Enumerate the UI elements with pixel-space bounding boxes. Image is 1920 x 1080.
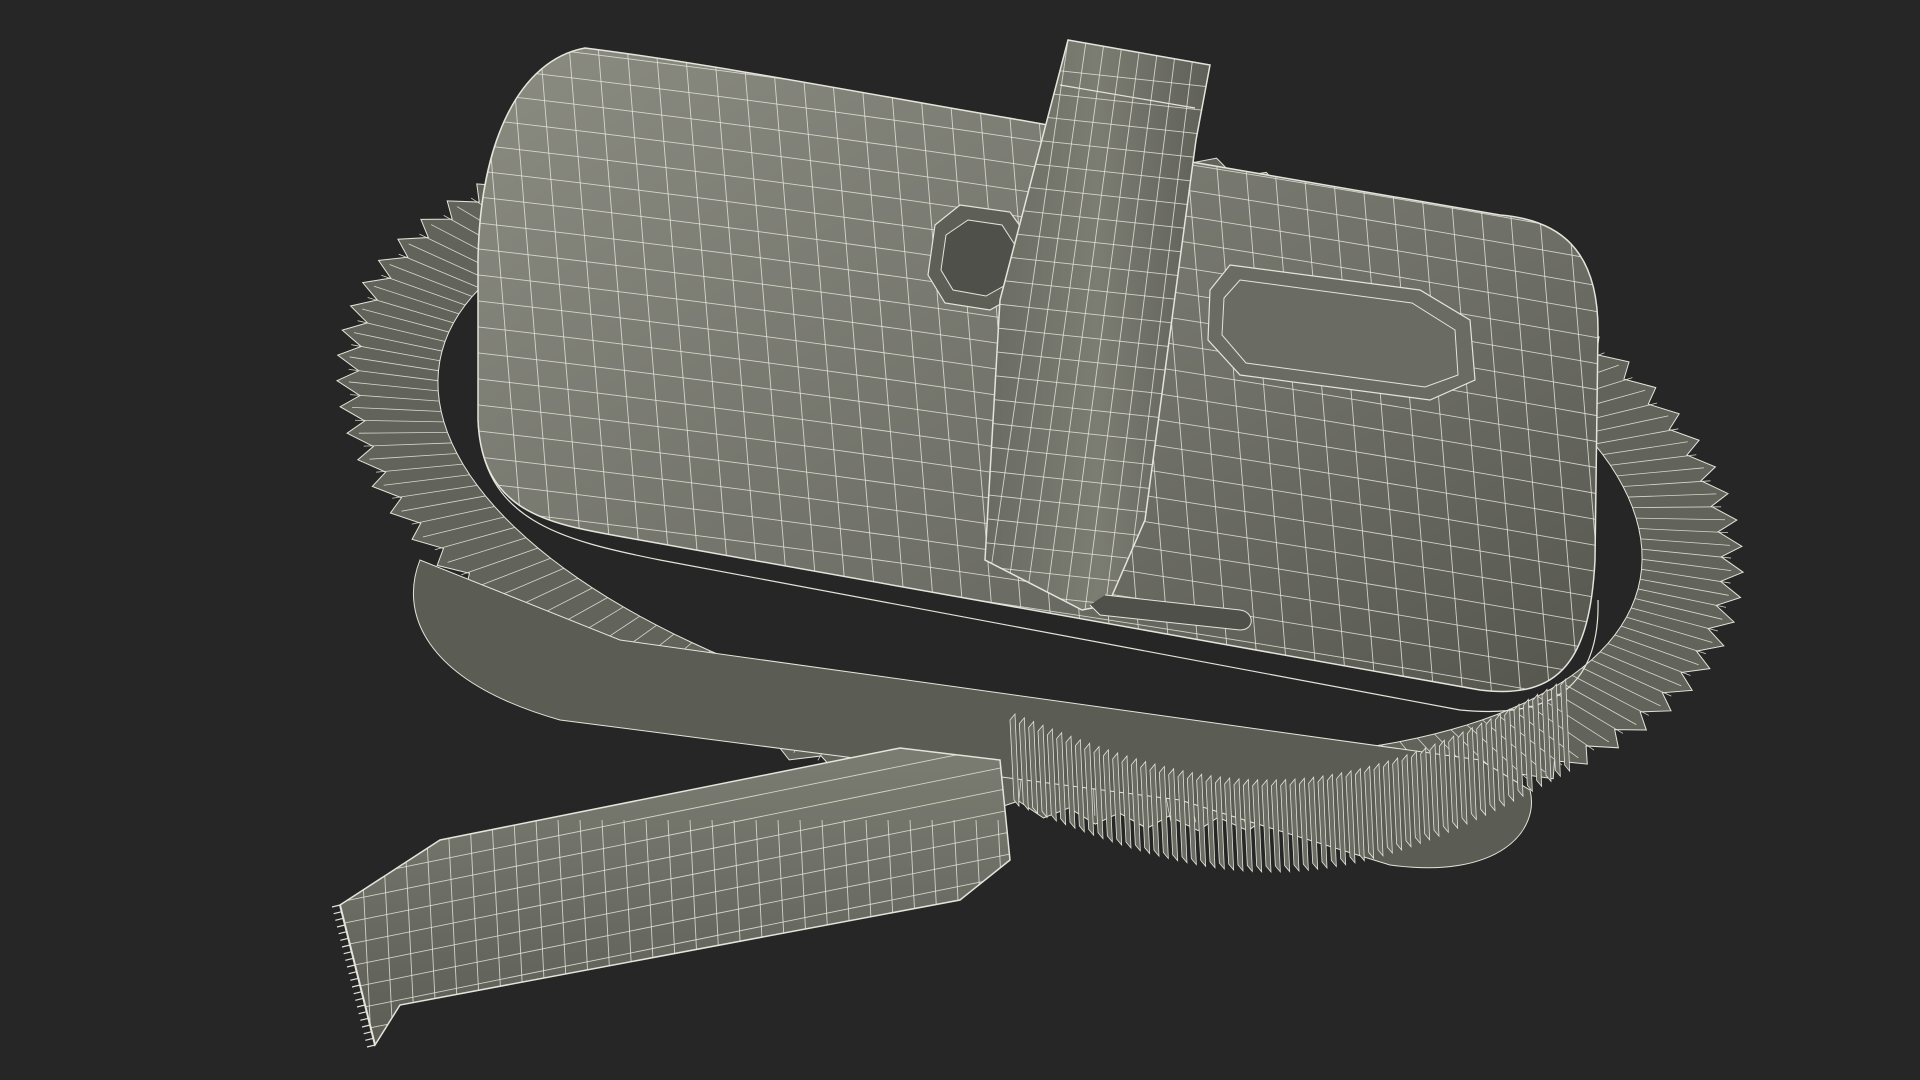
render-viewport: [0, 0, 1920, 1080]
wireframe-scene: [331, 39, 1745, 1048]
crevice-nozzle: [331, 747, 1011, 1048]
